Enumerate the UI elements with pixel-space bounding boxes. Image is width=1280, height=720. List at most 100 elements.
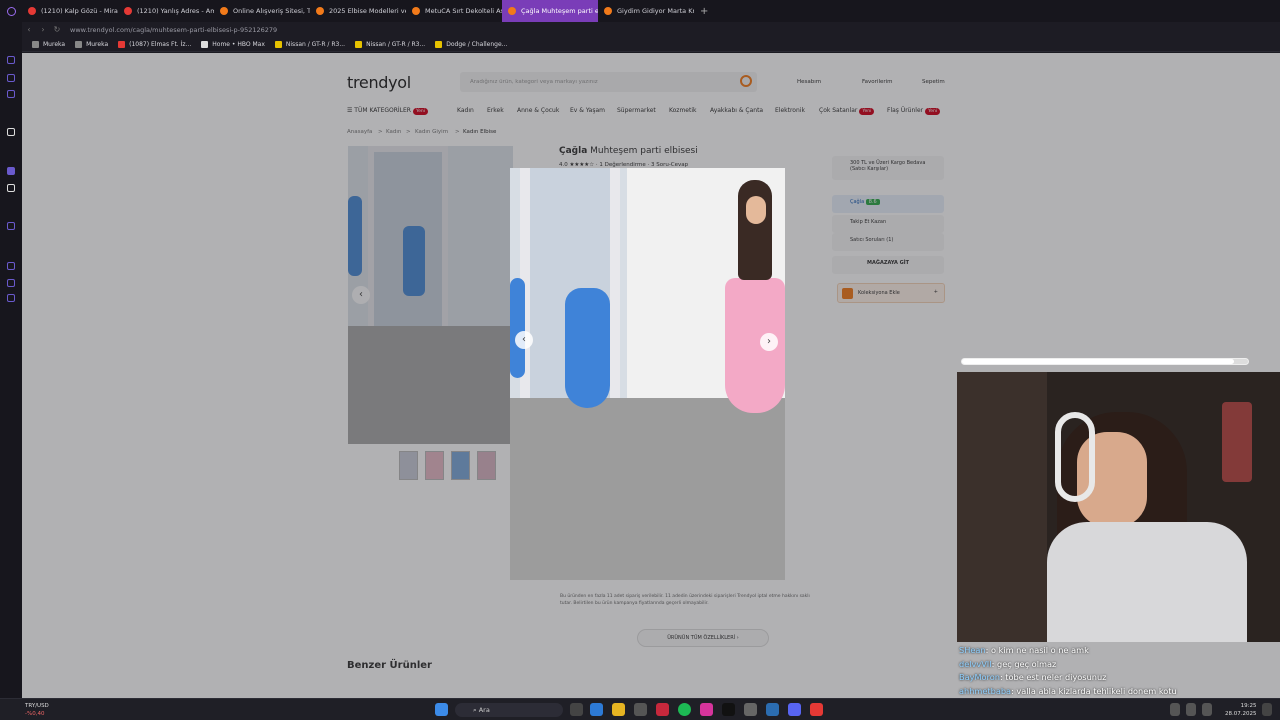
copilot-icon[interactable] (590, 703, 603, 716)
volume-icon[interactable] (1202, 703, 1212, 716)
chat-username[interactable]: delvvVII (959, 659, 992, 669)
bookmark-item[interactable]: Nissan / GT-R / R3... (274, 40, 346, 48)
reload-icon[interactable]: ↻ (50, 25, 64, 34)
browser-tab-bar: (1210) Kalp Gözü - Miran (1210) Yanlış Ad… (0, 0, 1280, 22)
tab-label: Giydim Gidiyor Marta Kris (617, 7, 694, 15)
task-view-icon[interactable] (570, 703, 583, 716)
tab-label: Çağla Muhteşem parti el (521, 7, 598, 15)
instagram-icon[interactable] (700, 703, 713, 716)
file-explorer-icon[interactable] (612, 703, 625, 716)
bookmark-label: Mureka (86, 40, 109, 48)
browser-tab[interactable]: Çağla Muhteşem parti el (502, 0, 598, 22)
headphones-icon (1055, 412, 1095, 502)
tab-label: (1210) Yanlış Adres - Am (137, 7, 214, 15)
tab-favicon-icon (316, 7, 324, 15)
spotify-icon[interactable] (678, 703, 691, 716)
taskbar-search[interactable]: ⌕ Ara (455, 703, 563, 717)
bookmark-icon (75, 40, 83, 48)
sidebar-app-icon[interactable] (7, 56, 15, 64)
chat-text: : o kim ne nasil o ne amk (985, 645, 1089, 655)
bookmark-item[interactable]: Home • HBO Max (201, 40, 265, 48)
taskbar: TRY/USD -%0,40 ⌕ Ara 19:25 28.07.2025 (0, 698, 1280, 720)
sidebar-app-icon[interactable] (7, 74, 15, 82)
bookmark-label: Dodge / Challenge... (446, 40, 508, 48)
back-icon[interactable]: ‹ (22, 25, 36, 34)
tab-label: (1210) Kalp Gözü - Miran (41, 7, 118, 15)
chat-message: ahhmetbaba: valla abla kizlarda tehlikel… (957, 686, 1280, 700)
browser-tab[interactable]: MetuCA Sırt Dekolteli As (406, 0, 502, 22)
hair-shape (738, 180, 772, 280)
bookmark-icon (32, 40, 39, 48)
bookmark-item[interactable]: (1087) Elmas Ft. İz... (118, 40, 191, 48)
forward-icon[interactable]: › (36, 25, 50, 34)
app-icon[interactable] (634, 703, 647, 716)
chat-username[interactable]: ahhmetbaba (959, 686, 1011, 696)
steam-icon[interactable] (766, 703, 779, 716)
chat-username[interactable]: SHean (959, 645, 986, 655)
browser-sidebar (0, 22, 22, 698)
taskbar-search-label: Ara (478, 706, 490, 714)
chat-message: BayMoron: tobe est neler diyosunuz (957, 672, 1280, 686)
ticker-value: -%0,40 (25, 711, 45, 717)
system-clock[interactable]: 19:25 28.07.2025 (1225, 702, 1257, 718)
bookmark-item[interactable]: Nissan / GT-R / R3... (355, 40, 425, 48)
browser-tab[interactable]: (1210) Yanlış Adres - Am (118, 0, 214, 22)
url-input[interactable]: www.trendyol.com/cagla/muhtesem-parti-el… (70, 26, 277, 34)
browser-tab[interactable]: (1210) Kalp Gözü - Miran (22, 0, 118, 22)
lightbox-prev-button[interactable]: ‹ (515, 331, 533, 349)
stock-ticker[interactable]: TRY/USD -%0,40 (25, 702, 49, 718)
room-wall-shape (957, 372, 1047, 642)
bookmark-icon (201, 40, 209, 48)
bookmark-label: Nissan / GT-R / R3... (285, 40, 346, 48)
sidebar-app-icon[interactable] (7, 167, 15, 175)
lightbox-image[interactable] (510, 168, 785, 580)
app-icon[interactable] (744, 703, 757, 716)
x-icon[interactable] (7, 184, 15, 192)
tab-favicon-icon (412, 7, 420, 15)
windows-start-icon[interactable] (435, 703, 448, 716)
browser-tab[interactable]: 2025 Elbise Modelleri ve (310, 0, 406, 22)
chat-username[interactable]: BayMoron (959, 672, 1000, 682)
tray-icon[interactable] (1170, 703, 1180, 716)
browser-tab[interactable]: Online Alışveriş Sitesi, Tü (214, 0, 310, 22)
bookmark-item[interactable]: Mureka (32, 40, 65, 48)
bookmarks-bar: Mureka Mureka (1087) Elmas Ft. İz... Home •… (22, 37, 1280, 52)
stream-progress-bar (961, 358, 1249, 365)
floor-shape (510, 398, 785, 580)
lightbox-next-button[interactable]: › (760, 333, 778, 351)
tab-label: Online Alışveriş Sitesi, Tü (233, 7, 310, 15)
chat-text: : geç geç olmaz (991, 658, 1057, 669)
sidebar-app-icon[interactable] (7, 128, 15, 136)
tab-favicon-icon (604, 7, 612, 15)
bookmark-icon (118, 40, 126, 48)
opera-icon[interactable] (656, 703, 669, 716)
bookmark-icon (435, 40, 443, 48)
discord-icon[interactable] (788, 703, 801, 716)
ticker-title: TRY/USD (25, 703, 49, 709)
bookmark-item[interactable]: Mureka (75, 40, 109, 48)
sidebar-app-icon[interactable] (7, 222, 15, 230)
app-icon[interactable] (810, 703, 823, 716)
new-tab-button[interactable]: + (694, 6, 714, 17)
browser-logo-icon[interactable] (0, 0, 22, 22)
tiktok-icon[interactable] (722, 703, 735, 716)
sidebar-app-icon[interactable] (7, 279, 15, 287)
chat-text: : tobe est neler diyosunuz (999, 672, 1107, 682)
wifi-icon[interactable] (1186, 703, 1196, 716)
clock-icon[interactable] (7, 262, 15, 270)
red-light-shape (1222, 402, 1252, 482)
notification-icon[interactable] (1262, 703, 1272, 716)
settings-icon[interactable] (7, 294, 15, 302)
bookmark-icon (355, 40, 363, 48)
chat-text: : valla abla kizlarda tehlikeli donem ko… (1011, 685, 1177, 696)
tab-label: 2025 Elbise Modelleri ve (329, 7, 406, 15)
tab-label: MetuCA Sırt Dekolteli As (425, 7, 502, 15)
bookmark-icon (274, 40, 282, 48)
tab-favicon-icon (124, 7, 132, 15)
bookmark-item[interactable]: Dodge / Challenge... (435, 40, 508, 48)
face-shape (746, 196, 766, 224)
chat-message: delvvVII: geç geç olmaz (957, 659, 1280, 673)
blue-dress-shape (510, 278, 525, 378)
sidebar-app-icon[interactable] (7, 90, 15, 98)
browser-tab[interactable]: Giydim Gidiyor Marta Kris (598, 0, 694, 22)
